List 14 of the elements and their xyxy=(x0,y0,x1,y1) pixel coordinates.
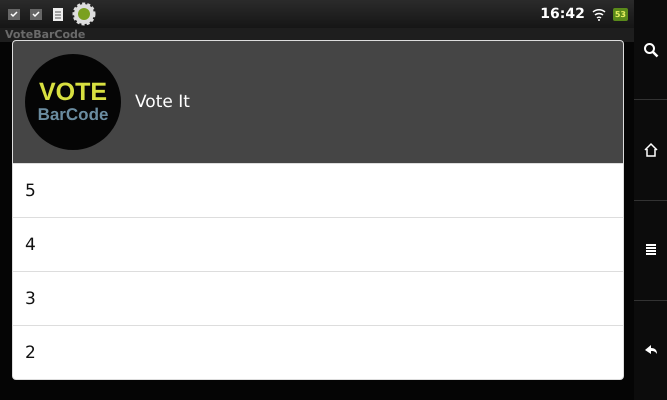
list-item[interactable]: 2 xyxy=(13,325,623,379)
wifi-icon xyxy=(590,6,607,22)
logo-text: VOTE xyxy=(38,79,108,105)
logo-text: BarCode xyxy=(38,105,108,125)
list-item[interactable]: 5 xyxy=(13,163,623,217)
home-icon[interactable] xyxy=(642,142,658,158)
list-item[interactable]: 4 xyxy=(13,217,623,271)
gear-icon xyxy=(72,2,96,26)
list-item[interactable]: 3 xyxy=(13,271,623,325)
search-icon[interactable] xyxy=(642,42,658,58)
battery-level: 53 xyxy=(612,8,628,20)
dialog-title: Vote It xyxy=(135,92,190,112)
clock-time: 16:42 xyxy=(540,6,585,22)
clipboard-icon xyxy=(50,6,66,22)
